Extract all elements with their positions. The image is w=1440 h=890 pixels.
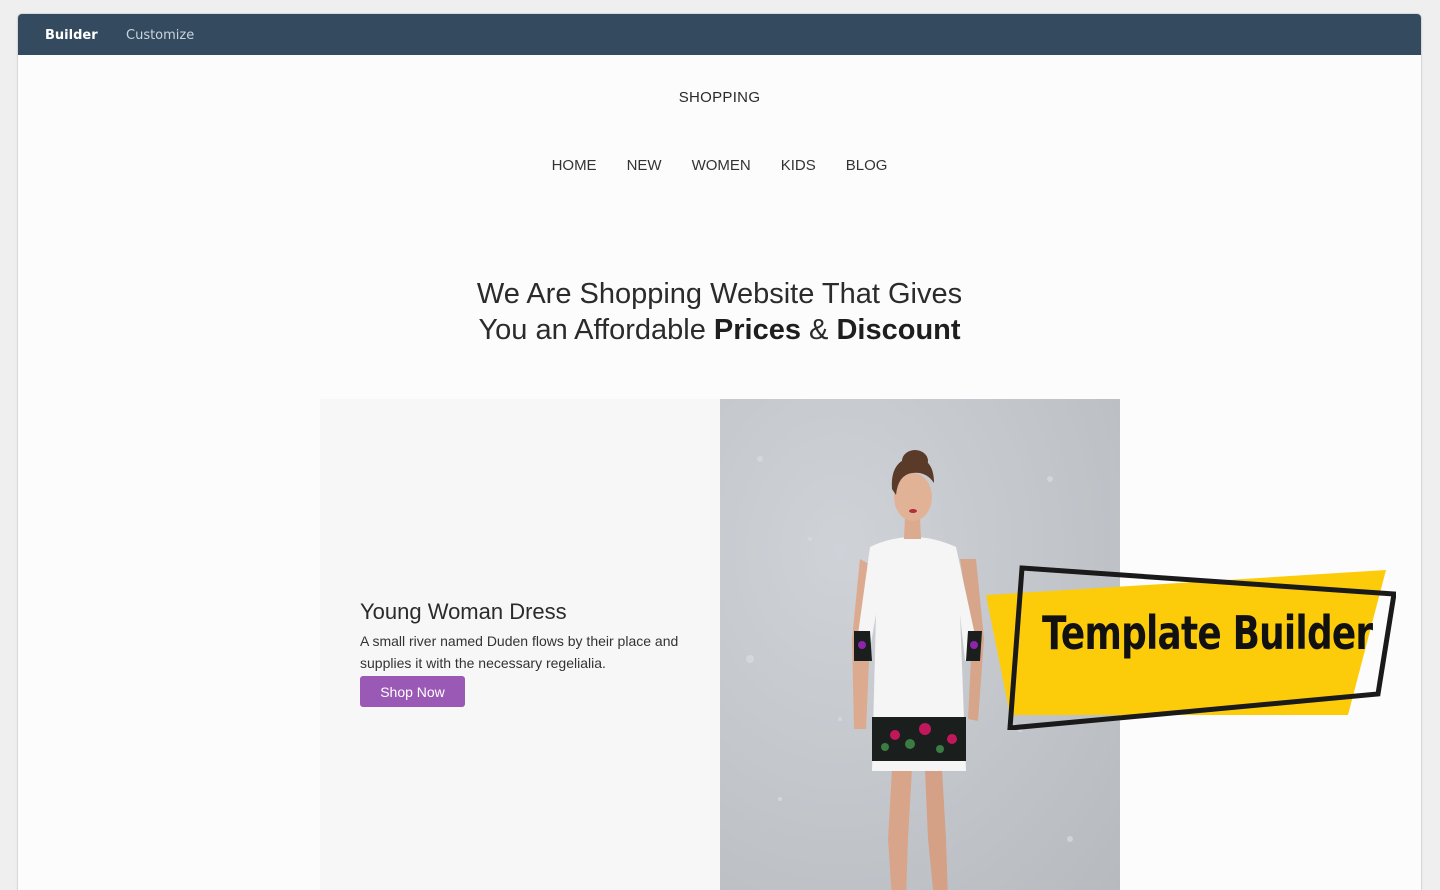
badge-label-wrap: Template Builder	[984, 550, 1396, 730]
hero-headline: We Are Shopping Website That Gives You a…	[18, 276, 1421, 348]
nav-item-kids[interactable]: KIDS	[781, 157, 816, 174]
product-title: Young Woman Dress	[360, 599, 567, 624]
builder-toolbar: Builder Customize	[18, 14, 1421, 55]
headline-prices: Prices	[713, 314, 801, 346]
product-panel: Young Woman Dress A small river named Du…	[320, 399, 720, 890]
site-title[interactable]: SHOPPING	[18, 89, 1421, 106]
headline-line-2: You an Affordable Prices & Discount	[18, 312, 1421, 348]
tab-customize[interactable]: Customize	[126, 28, 194, 43]
tab-builder[interactable]: Builder	[45, 28, 98, 43]
nav-item-home[interactable]: HOME	[552, 157, 597, 174]
headline-ampersand: &	[801, 314, 837, 346]
main-nav: HOME NEW WOMEN KIDS BLOG	[18, 157, 1421, 174]
product-description: A small river named Duden flows by their…	[360, 633, 679, 671]
nav-item-new[interactable]: NEW	[627, 157, 662, 174]
badge-text: Template Builder	[1042, 606, 1373, 660]
headline-line-1: We Are Shopping Website That Gives	[476, 278, 963, 310]
headline-prefix: You an Affordable	[478, 314, 714, 346]
headline-discount: Discount	[836, 314, 961, 346]
shop-now-button[interactable]: Shop Now	[360, 676, 465, 707]
nav-item-women[interactable]: WOMEN	[692, 157, 751, 174]
nav-item-blog[interactable]: BLOG	[846, 157, 888, 174]
builder-window: Builder Customize SHOPPING HOME NEW WOME…	[18, 14, 1421, 890]
